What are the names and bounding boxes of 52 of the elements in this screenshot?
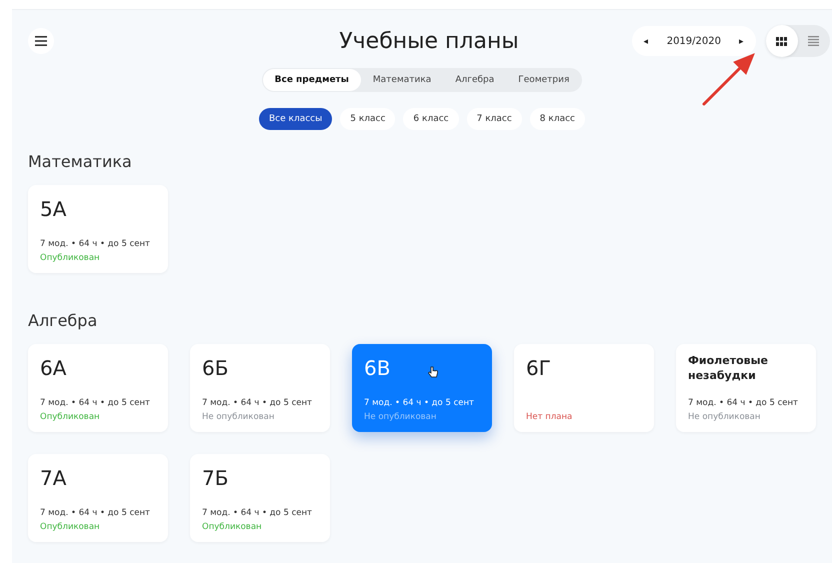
grid-icon bbox=[776, 36, 788, 46]
card-details: 7 мод. • 64 ч • до 5 сент bbox=[40, 398, 151, 408]
subject-tab[interactable]: Математика bbox=[360, 69, 444, 91]
page-title: Учебные планы bbox=[339, 28, 519, 54]
card-details: 7 мод. • 64 ч • до 5 сент bbox=[202, 508, 313, 518]
card-status: Опубликован bbox=[202, 522, 263, 532]
plan-card[interactable]: 5А 7 мод. • 64 ч • до 5 сент Опубликован bbox=[28, 185, 168, 273]
menu-button[interactable] bbox=[28, 28, 54, 54]
card-details: 7 мод. • 64 ч • до 5 сент bbox=[688, 398, 799, 408]
card-details: 7 мод. • 64 ч • до 5 сент bbox=[40, 239, 151, 249]
card-details: 7 мод. • 64 ч • до 5 сент bbox=[364, 398, 475, 408]
grid-view-button[interactable] bbox=[766, 25, 798, 57]
card-status: Опубликован bbox=[40, 253, 101, 263]
plan-card[interactable]: Фиолетовые незабудки 7 мод. • 64 ч • до 5 сент Не опубликован bbox=[676, 344, 816, 432]
card-title: 6Б bbox=[202, 356, 228, 380]
subject-tab[interactable]: Алгебра bbox=[443, 69, 506, 91]
list-icon bbox=[808, 36, 820, 46]
card-details: 7 мод. • 64 ч • до 5 сент bbox=[202, 398, 313, 408]
card-details: 7 мод. • 64 ч • до 5 сент bbox=[40, 508, 151, 518]
card-title: 6Г bbox=[526, 356, 551, 380]
plan-card[interactable]: 7А 7 мод. • 64 ч • до 5 сент Опубликован bbox=[28, 454, 168, 542]
plan-card[interactable]: 6В 7 мод. • 64 ч • до 5 сент Не опубликован bbox=[352, 344, 492, 432]
plan-card[interactable]: 6Г Нет плана bbox=[514, 344, 654, 432]
previous-year-button[interactable]: ◂ bbox=[640, 36, 653, 46]
card-title: 6В bbox=[364, 356, 390, 380]
card-status: Не опубликован bbox=[364, 412, 438, 422]
class-filter-chip[interactable]: 8 класс bbox=[530, 108, 585, 130]
card-title: 5А bbox=[40, 197, 66, 221]
class-filter-chip[interactable]: 7 класс bbox=[466, 108, 522, 130]
next-year-button[interactable]: ▸ bbox=[734, 36, 748, 46]
plan-card[interactable]: 6Б 7 мод. • 64 ч • до 5 сент Не опубликован bbox=[190, 344, 330, 432]
card-status: Опубликован bbox=[40, 522, 101, 532]
menu-icon bbox=[35, 36, 47, 46]
class-filter-chip[interactable]: 6 класс bbox=[403, 108, 459, 130]
card-status: Опубликован bbox=[40, 412, 101, 422]
year-label: 2019/2020 bbox=[666, 36, 721, 46]
class-filter-chip[interactable]: 5 класс bbox=[340, 108, 396, 130]
card-status: Не опубликован bbox=[688, 412, 762, 422]
subject-tab[interactable]: Все предметы bbox=[262, 69, 361, 91]
section-heading: Алгебра bbox=[28, 311, 98, 330]
section-heading: Математика bbox=[28, 152, 133, 171]
card-status: Не опубликован bbox=[202, 412, 276, 422]
plan-card[interactable]: 6А 7 мод. • 64 ч • до 5 сент Опубликован bbox=[28, 344, 168, 432]
pointer-cursor-icon bbox=[428, 366, 438, 378]
subject-tab[interactable]: Геометрия bbox=[506, 69, 582, 91]
card-status: Нет плана bbox=[526, 412, 574, 422]
card-title: Фиолетовые незабудки bbox=[688, 354, 769, 384]
class-filter-chip[interactable]: Все классы bbox=[259, 108, 332, 130]
card-title: 7Б bbox=[202, 466, 228, 490]
card-title: 6А bbox=[40, 356, 66, 380]
plan-card[interactable]: 7Б 7 мод. • 64 ч • до 5 сент Опубликован bbox=[190, 454, 330, 542]
card-title: 7А bbox=[40, 466, 66, 490]
